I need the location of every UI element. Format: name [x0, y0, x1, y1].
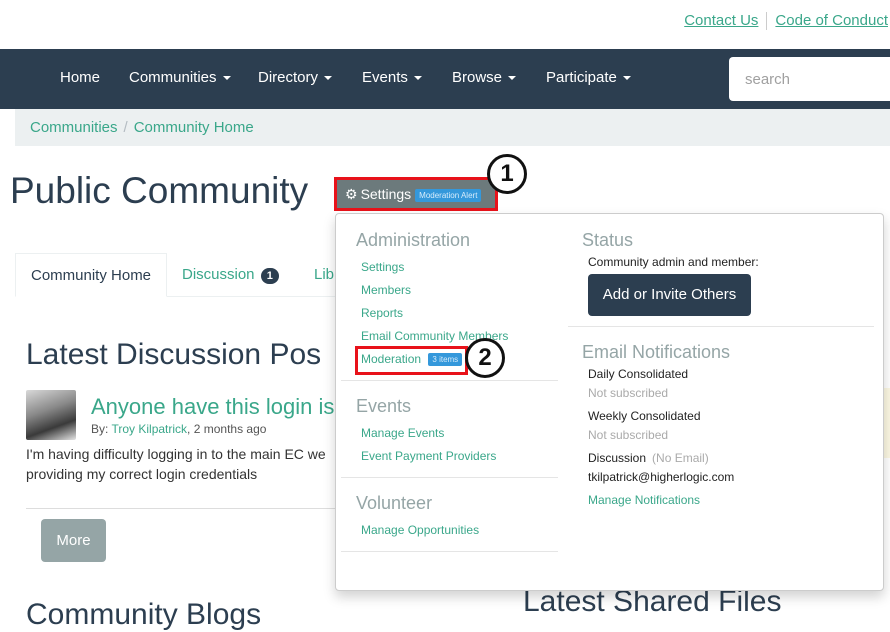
daily-consolidated-label: Daily Consolidated — [588, 367, 689, 381]
add-invite-button[interactable]: Add or Invite Others — [588, 274, 751, 316]
page-title: Public Community — [10, 170, 309, 211]
callout-1: 1 — [487, 154, 527, 194]
nav-home[interactable]: Home — [60, 69, 100, 86]
events-heading: Events — [356, 396, 412, 416]
nav-browse[interactable]: Browse — [452, 69, 517, 86]
nav-communities[interactable]: Communities — [129, 69, 231, 86]
daily-status: Not subscribed — [588, 386, 669, 400]
breadcrumb-community-home[interactable]: Community Home — [134, 119, 254, 136]
nav-events[interactable]: Events — [362, 69, 422, 86]
caret-down-icon — [222, 76, 231, 81]
divider — [568, 326, 874, 327]
post-excerpt: I'm having difficulty logging in to the … — [26, 446, 326, 482]
gear-icon: ⚙ — [345, 186, 358, 202]
main-nav: Home Communities Directory Events Browse… — [0, 49, 890, 109]
settings-dropdown: Administration Settings Members Reports … — [335, 213, 884, 591]
weekly-consolidated-label: Weekly Consolidated — [588, 409, 701, 423]
status-heading: Status — [582, 230, 634, 250]
more-button[interactable]: More — [41, 519, 106, 562]
breadcrumb-communities[interactable]: Communities — [30, 119, 118, 136]
caret-down-icon — [508, 76, 517, 81]
nav-directory[interactable]: Directory — [258, 69, 333, 86]
email-notifications-heading: Email Notifications — [582, 342, 731, 362]
caret-down-icon — [324, 76, 333, 81]
discussion-count-badge: 1 — [260, 268, 279, 284]
notification-email: tkilpatrick@higherlogic.com — [588, 470, 735, 484]
avatar[interactable] — [26, 390, 76, 440]
settings-button[interactable]: ⚙ Settings Moderation Alert — [334, 177, 498, 211]
administration-heading: Administration — [356, 230, 471, 250]
caret-down-icon — [413, 76, 422, 81]
tab-discussion[interactable]: Discussion 1 — [167, 253, 294, 297]
post-title-link[interactable]: Anyone have this login is — [91, 394, 334, 420]
breadcrumb: Communities / Community Home — [15, 109, 890, 146]
discussion-notification: Discussion (No Email) — [588, 451, 709, 465]
divider — [766, 12, 768, 31]
community-tabs: Community Home Discussion 1 Lib — [15, 253, 335, 297]
author-link[interactable]: Troy Kilpatrick — [111, 422, 187, 436]
divider — [341, 551, 558, 552]
menu-item-settings[interactable]: Settings — [361, 260, 404, 274]
volunteer-heading: Volunteer — [356, 493, 433, 513]
manage-notifications-link[interactable]: Manage Notifications — [588, 493, 700, 507]
post-meta: By: Troy Kilpatrick, 2 months ago — [91, 422, 267, 436]
divider — [26, 508, 336, 509]
code-of-conduct-link[interactable]: Code of Conduct — [775, 12, 888, 29]
menu-item-manage-events[interactable]: Manage Events — [361, 426, 444, 440]
weekly-status: Not subscribed — [588, 428, 669, 442]
menu-item-event-payment[interactable]: Event Payment Providers — [361, 449, 496, 463]
menu-item-members[interactable]: Members — [361, 283, 411, 297]
nav-participate[interactable]: Participate — [546, 69, 631, 86]
utility-links: Contact Us Code of Conduct — [684, 12, 888, 31]
search-input[interactable] — [729, 57, 890, 101]
breadcrumb-separator: / — [123, 119, 128, 136]
divider — [341, 477, 558, 478]
divider — [341, 380, 558, 381]
contact-us-link[interactable]: Contact Us — [684, 12, 758, 29]
menu-item-moderation[interactable]: Moderation 3 items — [361, 352, 463, 367]
moderation-count-badge: 3 items — [428, 353, 463, 367]
latest-discussion-heading: Latest Discussion Pos — [26, 338, 322, 371]
caret-down-icon — [622, 76, 631, 81]
menu-item-manage-opportunities[interactable]: Manage Opportunities — [361, 523, 479, 537]
callout-2: 2 — [465, 338, 505, 378]
tab-community-home[interactable]: Community Home — [15, 253, 168, 297]
status-text: Community admin and member: — [588, 255, 759, 269]
community-blogs-heading: Community Blogs — [26, 598, 262, 631]
moderation-alert-badge: Moderation Alert — [415, 188, 482, 202]
menu-item-reports[interactable]: Reports — [361, 306, 403, 320]
